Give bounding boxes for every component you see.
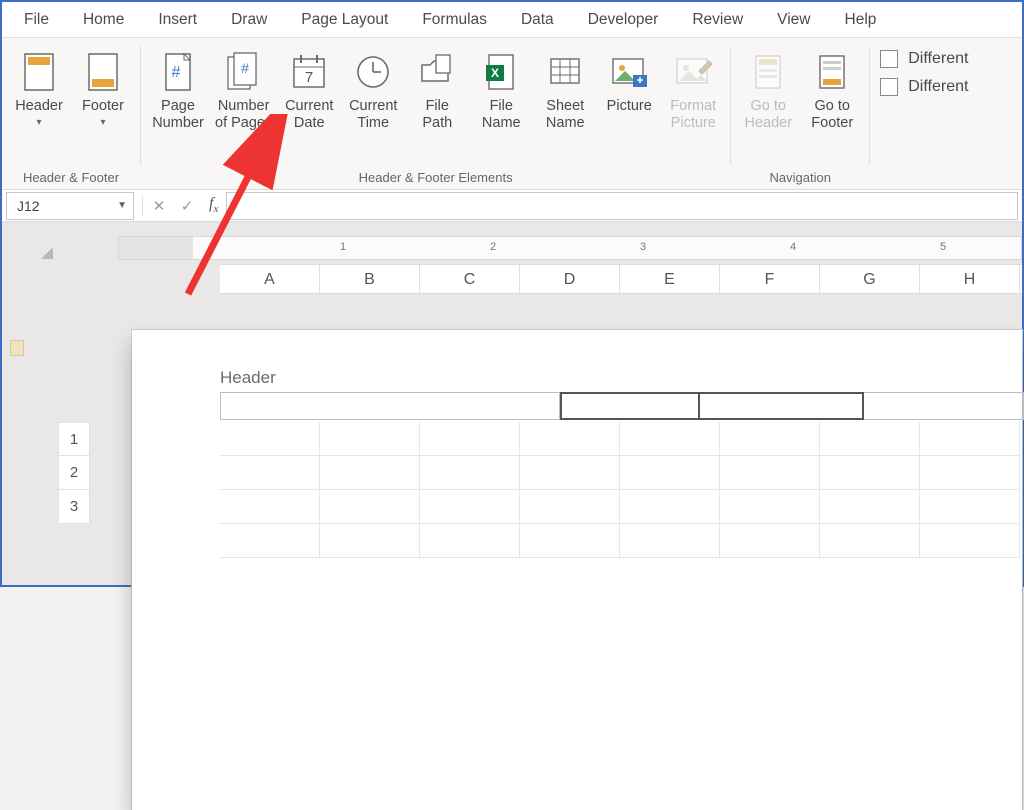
format-picture-icon [673, 48, 713, 96]
checkbox-icon [880, 78, 898, 96]
tab-help[interactable]: Help [829, 5, 893, 35]
worksheet-area: 1 2 3 4 5 A B C D E F G H Header 1 [2, 222, 1022, 585]
tab-page-layout[interactable]: Page Layout [285, 5, 404, 35]
col-header[interactable]: G [820, 265, 920, 293]
row-header[interactable]: 2 [58, 456, 90, 490]
col-header[interactable]: B [320, 265, 420, 293]
goto-header-button: Go to Header [739, 44, 797, 132]
col-header[interactable]: D [520, 265, 620, 293]
tab-file[interactable]: File [8, 5, 65, 35]
col-header[interactable]: C [420, 265, 520, 293]
excel-file-icon: X [483, 48, 519, 96]
column-headers: A B C D E F G H [220, 264, 1022, 294]
page-preview: Header [132, 330, 1022, 810]
chevron-down-icon: ▼ [117, 200, 127, 211]
tab-formulas[interactable]: Formulas [406, 5, 503, 35]
cancel-formula-button[interactable]: ✕ [145, 192, 173, 220]
checkbox-icon [880, 50, 898, 68]
svg-text:#: # [241, 60, 249, 76]
footer-icon [86, 48, 120, 96]
chevron-down-icon: ▾ [36, 117, 41, 128]
sheet-icon [546, 48, 584, 96]
select-all-triangle[interactable] [6, 236, 54, 260]
goto-footer-icon [815, 48, 849, 96]
name-box[interactable]: J12 ▼ [6, 192, 134, 220]
sheet-name-button[interactable]: Sheet Name [536, 44, 594, 132]
current-time-button[interactable]: Current Time [344, 44, 402, 132]
enter-formula-button[interactable]: ✓ [173, 192, 201, 220]
tab-draw[interactable]: Draw [215, 5, 283, 35]
calendar-icon: 7 [290, 48, 328, 96]
goto-footer-button[interactable]: Go to Footer [803, 44, 861, 132]
header-icon [22, 48, 56, 96]
row-headers: 1 2 3 [58, 422, 90, 524]
col-header[interactable]: H [920, 265, 1020, 293]
number-of-pages-button[interactable]: # Number of Pages [213, 44, 274, 132]
tab-review[interactable]: Review [676, 5, 759, 35]
group-options: Different Different [870, 38, 974, 189]
tab-home[interactable]: Home [67, 5, 140, 35]
current-date-button[interactable]: 7 Current Date [280, 44, 338, 132]
group-header-footer: Header ▾ Footer ▾ Header & Footer [2, 38, 140, 189]
menu-tabs: File Home Insert Draw Page Layout Formul… [2, 2, 1022, 38]
header-edit-boxes[interactable] [220, 392, 1024, 420]
cell-grid[interactable] [220, 422, 1022, 558]
footer-button[interactable]: Footer ▾ [74, 44, 132, 128]
horizontal-ruler: 1 2 3 4 5 [118, 236, 1022, 260]
chevron-down-icon: ▾ [100, 117, 105, 128]
clock-icon [354, 48, 392, 96]
tab-data[interactable]: Data [505, 5, 570, 35]
col-header[interactable]: F [720, 265, 820, 293]
group-hf-elements: # Page Number # Number of Pages 7 Curren… [141, 38, 730, 189]
group-label: Header & Footer [10, 166, 132, 185]
tab-developer[interactable]: Developer [572, 5, 675, 35]
col-header[interactable]: A [220, 265, 320, 293]
svg-text:7: 7 [305, 69, 313, 86]
group-label: Navigation [739, 166, 861, 185]
ribbon: Header ▾ Footer ▾ Header & Footer # Page… [2, 38, 1022, 190]
different-first-checkbox[interactable]: Different [880, 50, 968, 68]
formula-bar-row: J12 ▼ ✕ ✓ fx [2, 190, 1022, 222]
col-header[interactable]: E [620, 265, 720, 293]
header-button[interactable]: Header ▾ [10, 44, 68, 128]
file-path-button[interactable]: File Path [408, 44, 466, 132]
svg-text:#: # [172, 64, 181, 81]
different-odd-even-checkbox[interactable]: Different [880, 78, 968, 96]
picture-icon [609, 48, 649, 96]
tab-view[interactable]: View [761, 5, 826, 35]
page-number-button[interactable]: # Page Number [149, 44, 207, 132]
goto-header-icon [751, 48, 785, 96]
row-header[interactable]: 3 [58, 490, 90, 524]
file-name-button[interactable]: X File Name [472, 44, 530, 132]
svg-text:X: X [491, 66, 499, 80]
mini-row-indicator [10, 308, 24, 372]
format-picture-button: Format Picture [664, 44, 722, 132]
fx-icon[interactable]: fx [201, 195, 226, 215]
group-label: Header & Footer Elements [149, 166, 722, 185]
row-header[interactable]: 1 [58, 422, 90, 456]
folder-page-icon [418, 48, 456, 96]
page-number-icon: # [161, 48, 195, 96]
header-section-label: Header [220, 368, 276, 388]
group-navigation: Go to Header Go to Footer Navigation [731, 38, 869, 189]
tab-insert[interactable]: Insert [142, 5, 213, 35]
picture-button[interactable]: Picture [600, 44, 658, 132]
formula-input[interactable] [226, 192, 1018, 220]
number-of-pages-icon: # [225, 48, 263, 96]
